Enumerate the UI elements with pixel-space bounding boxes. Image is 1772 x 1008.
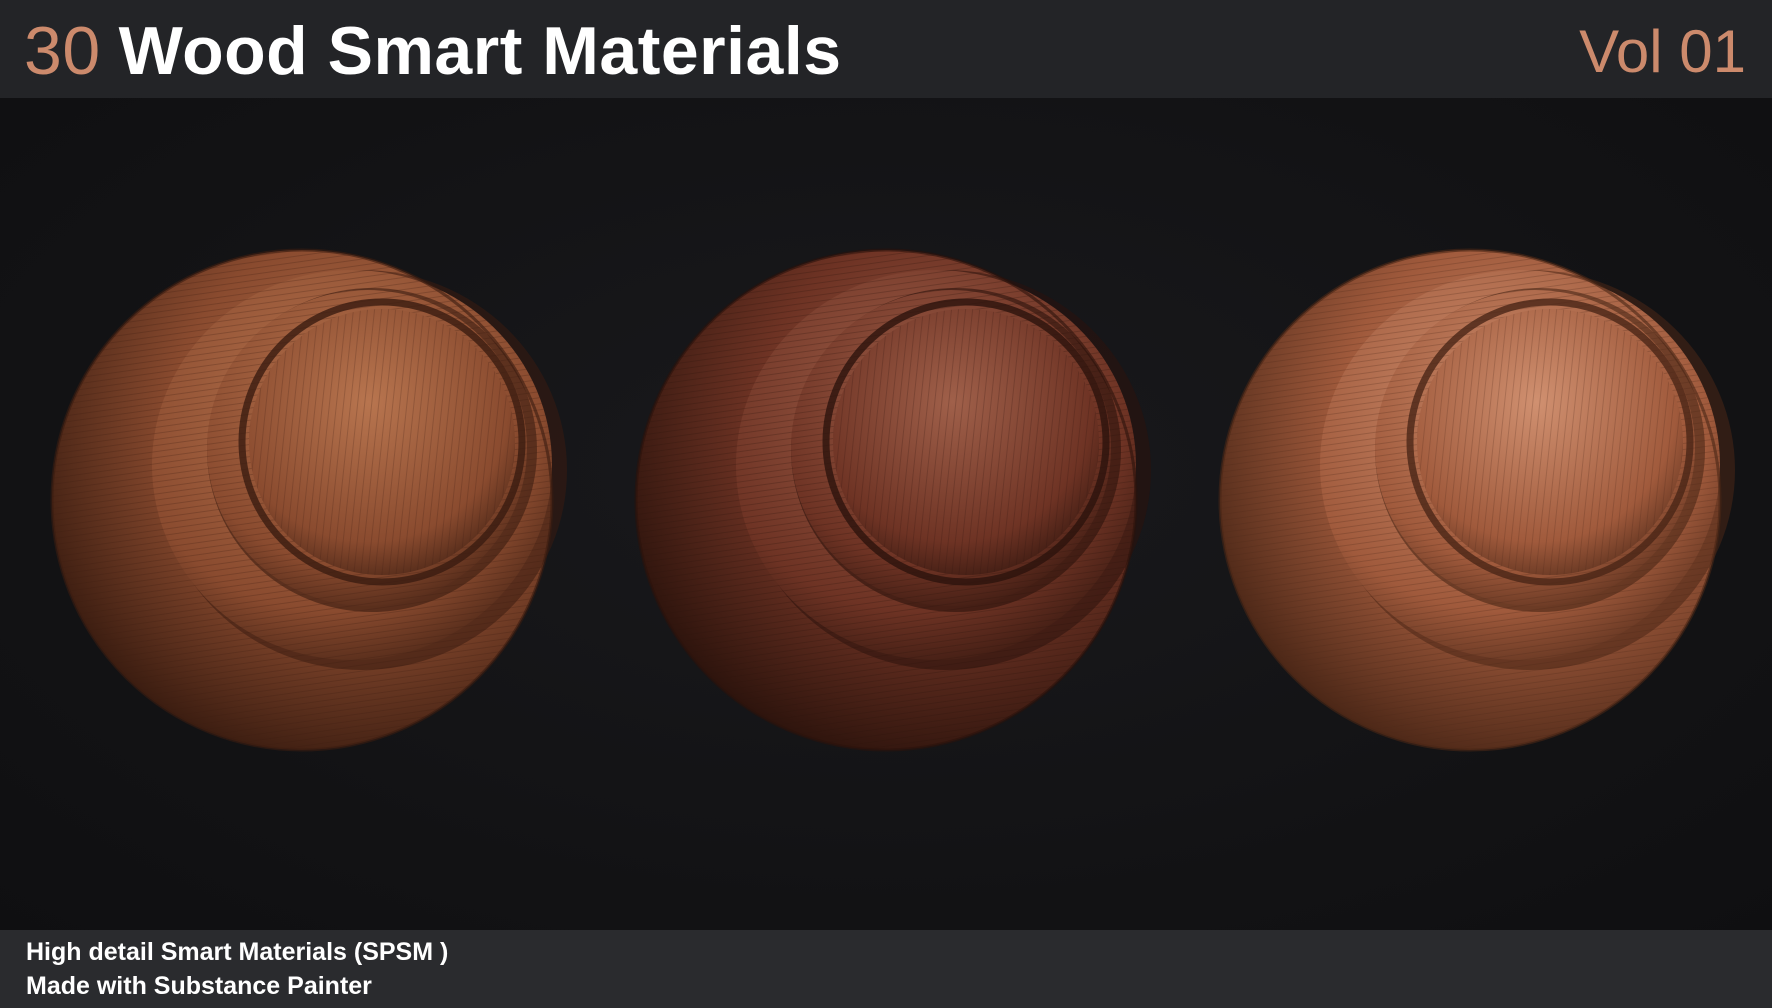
- footer-description: High detail Smart Materials (SPSM ): [26, 938, 449, 966]
- preview-stage: [0, 98, 1772, 930]
- material-count: 30: [24, 13, 101, 89]
- header-bar: 30 Wood Smart Materials Vol 01: [0, 0, 1772, 98]
- title-row: 30 Wood Smart Materials: [24, 6, 842, 96]
- footer-software-credit: Made with Substance Painter: [26, 972, 372, 1000]
- wood-sphere-render: [1218, 248, 1735, 752]
- volume-label: Vol 01: [1579, 18, 1746, 85]
- page-title: Wood Smart Materials: [118, 13, 842, 89]
- material-sphere-2: [606, 220, 1166, 780]
- material-sphere-3: [1190, 220, 1750, 780]
- material-sphere-1: [22, 220, 582, 780]
- wood-sphere-render: [634, 248, 1151, 752]
- footer-bar: High detail Smart Materials (SPSM ) Made…: [0, 930, 1772, 1008]
- wood-sphere-render: [50, 248, 567, 752]
